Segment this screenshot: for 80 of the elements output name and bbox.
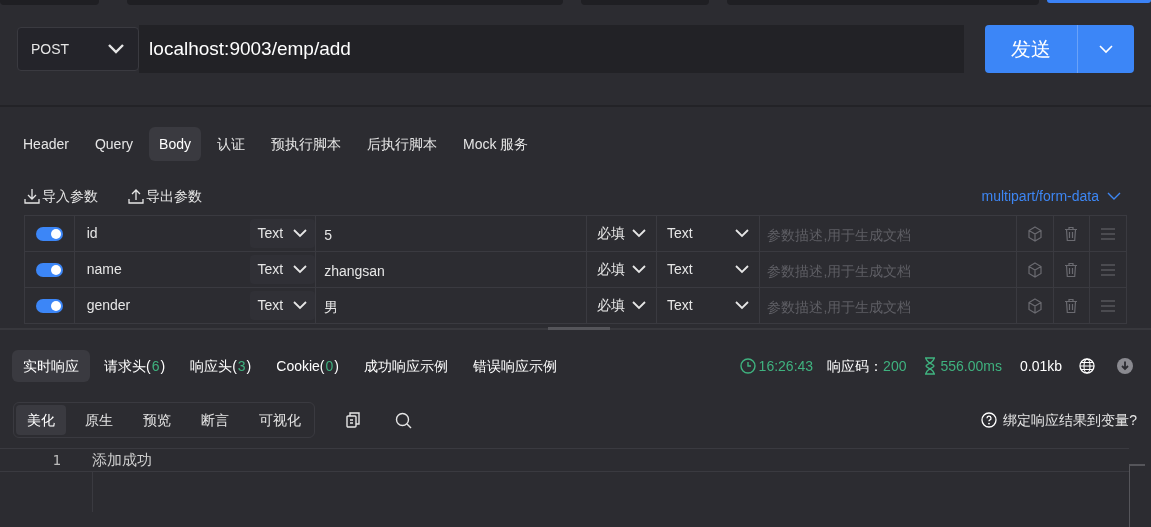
- param-key: id: [86, 223, 98, 244]
- response-duration: 556.00ms: [940, 356, 1002, 376]
- hourglass-icon: [924, 357, 937, 375]
- view-mode-tab[interactable]: 原生: [74, 405, 124, 435]
- line-number: 1: [52, 451, 61, 468]
- delete-icon[interactable]: [1063, 261, 1080, 278]
- export-button[interactable]: 导出参数: [128, 185, 202, 207]
- chevron-down-icon: [632, 229, 646, 238]
- bind-variable-link[interactable]: 绑定响应结果到变量?: [981, 409, 1137, 431]
- request-tab[interactable]: Body: [149, 127, 201, 161]
- view-mode-tab[interactable]: 预览: [132, 405, 182, 435]
- value-type-select[interactable]: Text: [657, 288, 761, 323]
- import-button[interactable]: 导入参数: [24, 185, 98, 207]
- chevron-down-icon: [735, 301, 750, 310]
- view-mode-tab[interactable]: 美化: [16, 405, 66, 435]
- response-tab[interactable]: Cookie(0): [265, 350, 350, 382]
- request-tab[interactable]: Query: [84, 127, 144, 161]
- required-select[interactable]: 必填: [587, 288, 657, 323]
- chevron-down-icon: [632, 301, 646, 310]
- content-type-select[interactable]: multipart/form-data: [981, 185, 1121, 207]
- url-field[interactable]: localhost:9003/emp/add: [139, 25, 965, 73]
- value-type-select[interactable]: Text: [657, 216, 761, 251]
- param-key: gender: [86, 295, 131, 316]
- scrollbar[interactable]: [1129, 464, 1145, 527]
- toggle-switch[interactable]: [35, 226, 63, 241]
- response-tab[interactable]: 错误响应示例: [462, 350, 568, 382]
- chevron-down-icon: [735, 265, 750, 274]
- field-type-select[interactable]: Text: [249, 255, 316, 284]
- response-time: 16:26:43: [758, 356, 814, 376]
- view-mode-tab[interactable]: 可视化: [248, 405, 312, 435]
- cube-icon[interactable]: [1026, 261, 1043, 278]
- download-icon[interactable]: [1117, 358, 1133, 374]
- chevron-down-icon: [293, 229, 308, 238]
- chevron-down-icon: [735, 229, 750, 238]
- chevron-down-icon: [107, 43, 126, 55]
- menu-icon[interactable]: [1100, 261, 1117, 278]
- menu-icon[interactable]: [1100, 225, 1117, 242]
- chevron-down-icon: [293, 301, 308, 310]
- response-tab[interactable]: 成功响应示例: [353, 350, 459, 382]
- menu-icon[interactable]: [1100, 297, 1117, 314]
- status-code: 200: [883, 356, 907, 376]
- view-mode-tab[interactable]: 断言: [190, 405, 240, 435]
- method-select[interactable]: POST: [17, 27, 140, 71]
- clock-icon: [739, 358, 756, 374]
- request-tab[interactable]: Header: [13, 127, 79, 161]
- toggle-switch[interactable]: [35, 298, 63, 313]
- chevron-down-icon: [632, 265, 646, 274]
- request-tab[interactable]: 后执行脚本: [356, 127, 447, 161]
- help-icon: [981, 412, 998, 428]
- param-value[interactable]: 5: [324, 221, 332, 246]
- globe-icon: [1079, 358, 1095, 374]
- copy-icon[interactable]: [345, 412, 361, 428]
- required-select[interactable]: 必填: [587, 216, 657, 251]
- toggle-switch[interactable]: [35, 262, 63, 277]
- chevron-down-icon: [1098, 44, 1115, 54]
- request-tab[interactable]: 预执行脚本: [260, 127, 351, 161]
- download-icon: [24, 188, 40, 204]
- status-label: 响应码：: [827, 356, 884, 376]
- request-tab[interactable]: Mock 服务: [452, 127, 539, 161]
- delete-icon[interactable]: [1063, 297, 1080, 314]
- response-tab[interactable]: 响应头(3): [179, 350, 263, 382]
- param-value[interactable]: 男: [324, 293, 339, 318]
- response-tab[interactable]: 请求头(6): [93, 350, 177, 382]
- response-tab[interactable]: 实时响应: [12, 350, 90, 382]
- cube-icon[interactable]: [1026, 297, 1043, 314]
- chevron-down-icon: [1107, 191, 1121, 201]
- code-line: 添加成功: [92, 449, 152, 471]
- param-value[interactable]: zhangsan: [324, 257, 385, 282]
- upload-icon: [128, 188, 144, 204]
- param-key: name: [86, 259, 122, 280]
- response-size: 0.01kb: [1019, 356, 1062, 376]
- chevron-down-icon: [293, 265, 308, 274]
- required-select[interactable]: 必填: [587, 252, 657, 287]
- request-tab[interactable]: 认证: [206, 127, 255, 161]
- field-type-select[interactable]: Text: [249, 219, 316, 248]
- search-icon[interactable]: [395, 411, 412, 429]
- delete-icon[interactable]: [1063, 225, 1080, 242]
- value-type-select[interactable]: Text: [657, 252, 761, 287]
- field-type-select[interactable]: Text: [249, 291, 316, 320]
- cube-icon[interactable]: [1026, 225, 1043, 242]
